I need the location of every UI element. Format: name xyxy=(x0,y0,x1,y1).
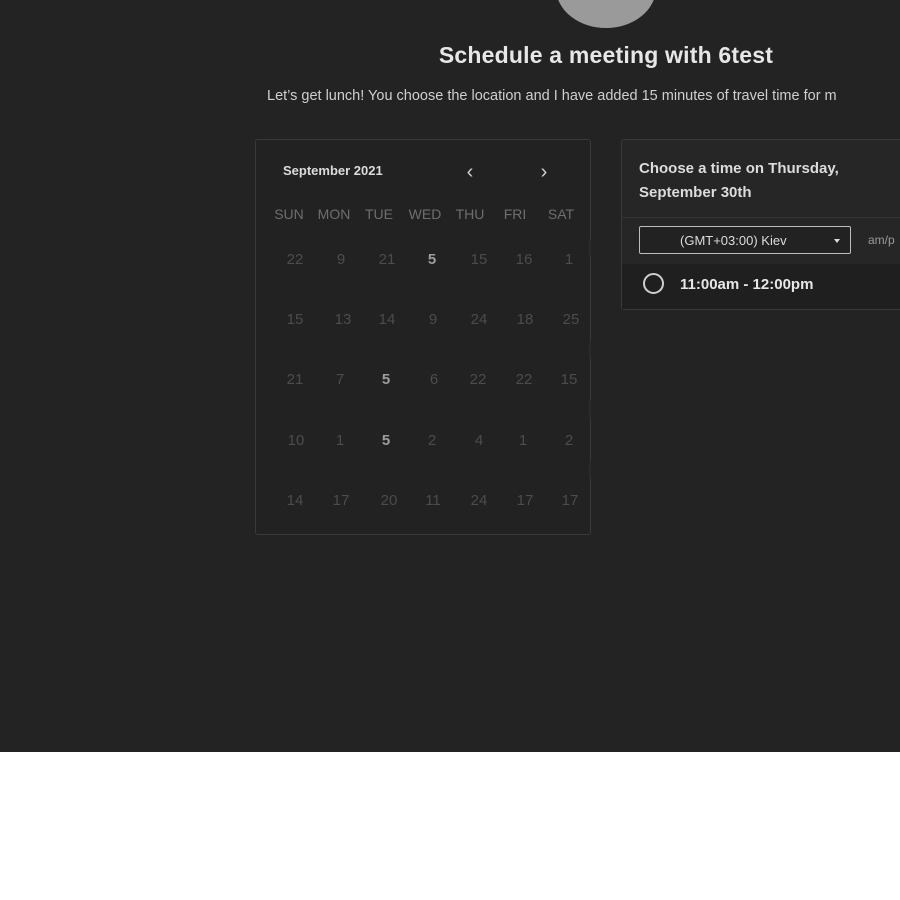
radio-icon[interactable] xyxy=(643,273,664,294)
time-slot-label: 11:00am - 12:00pm xyxy=(680,276,814,293)
calendar-day[interactable]: 25 xyxy=(551,311,591,328)
calendar-day[interactable]: 15 xyxy=(275,311,315,328)
calendar-day[interactable]: 1 xyxy=(549,251,589,268)
calendar-day[interactable]: 21 xyxy=(275,371,315,388)
calendar-day[interactable]: 17 xyxy=(550,492,590,509)
weekday-sat: SAT xyxy=(547,206,575,222)
weekday-fri: FRI xyxy=(503,206,527,222)
calendar-day[interactable]: 21 xyxy=(367,251,407,268)
caret-down-icon xyxy=(834,239,840,243)
calendar-day-available[interactable]: 5 xyxy=(366,432,406,449)
scheduling-page: Schedule a meeting with 6test Let’s get … xyxy=(0,0,900,752)
calendar-day[interactable]: 4 xyxy=(459,432,499,449)
calendar-day[interactable]: 15 xyxy=(549,371,589,388)
calendar-day[interactable]: 9 xyxy=(413,311,453,328)
calendar-day[interactable]: 7 xyxy=(320,371,360,388)
calendar-edge-mark xyxy=(589,239,591,257)
divider xyxy=(622,217,900,218)
chevron-right-icon[interactable]: › xyxy=(534,162,554,182)
calendar-day[interactable]: 14 xyxy=(275,492,315,509)
time-picker-heading-date: September 30th xyxy=(639,184,752,201)
calendar-day[interactable]: 11 xyxy=(413,492,453,509)
calendar-day[interactable]: 1 xyxy=(320,432,360,449)
calendar-edge-mark xyxy=(589,400,591,418)
page-subtitle: Let’s get lunch! You choose the location… xyxy=(267,88,837,104)
weekday-mon: MON xyxy=(317,206,351,222)
calendar-day[interactable]: 1 xyxy=(503,432,543,449)
calendar-day[interactable]: 14 xyxy=(367,311,407,328)
calendar-day[interactable]: 18 xyxy=(505,311,545,328)
calendar-day[interactable]: 13 xyxy=(323,311,363,328)
page-title: Schedule a meeting with 6test xyxy=(438,42,774,68)
time-picker-heading-day: Choose a time on Thursday, xyxy=(639,160,839,177)
time-picker-heading: Choose a time on Thursday, September 30t… xyxy=(639,157,899,205)
weekday-tue: TUE xyxy=(365,206,393,222)
calendar-day[interactable]: 9 xyxy=(321,251,361,268)
calendar-day[interactable]: 16 xyxy=(504,251,544,268)
time-picker-panel: Choose a time on Thursday, September 30t… xyxy=(621,139,900,310)
calendar-day[interactable]: 24 xyxy=(459,311,499,328)
calendar-day[interactable]: 22 xyxy=(458,371,498,388)
calendar-day-available[interactable]: 5 xyxy=(366,371,406,388)
calendar-day-available[interactable]: 5 xyxy=(412,251,452,268)
calendar-edge-mark xyxy=(589,460,591,478)
timezone-select[interactable]: (GMT+03:00) Kiev xyxy=(639,226,851,254)
calendar-day[interactable]: 24 xyxy=(459,492,499,509)
calendar-day[interactable]: 2 xyxy=(549,432,589,449)
calendar-day[interactable]: 17 xyxy=(505,492,545,509)
month-label: September 2021 xyxy=(283,163,383,178)
timezone-value: (GMT+03:00) Kiev xyxy=(680,233,787,248)
calendar-edge-mark xyxy=(589,340,591,358)
weekday-wed: WED xyxy=(408,206,442,222)
calendar-day[interactable]: 20 xyxy=(369,492,409,509)
calendar-day[interactable]: 2 xyxy=(412,432,452,449)
avatar xyxy=(556,0,656,28)
calendar-day[interactable]: 10 xyxy=(276,432,316,449)
calendar-day[interactable]: 22 xyxy=(275,251,315,268)
weekday-thu: THU xyxy=(455,206,485,222)
calendar-day[interactable]: 6 xyxy=(414,371,454,388)
calendar-day[interactable]: 22 xyxy=(504,371,544,388)
calendar-day[interactable]: 17 xyxy=(321,492,361,509)
time-format-toggle[interactable]: am/p xyxy=(868,233,895,247)
calendar-day[interactable]: 15 xyxy=(459,251,499,268)
weekday-sun: SUN xyxy=(274,206,304,222)
chevron-left-icon[interactable]: ‹ xyxy=(460,162,480,182)
calendar: September 2021 ‹ › SUN MON TUE WED THU F… xyxy=(255,139,591,535)
